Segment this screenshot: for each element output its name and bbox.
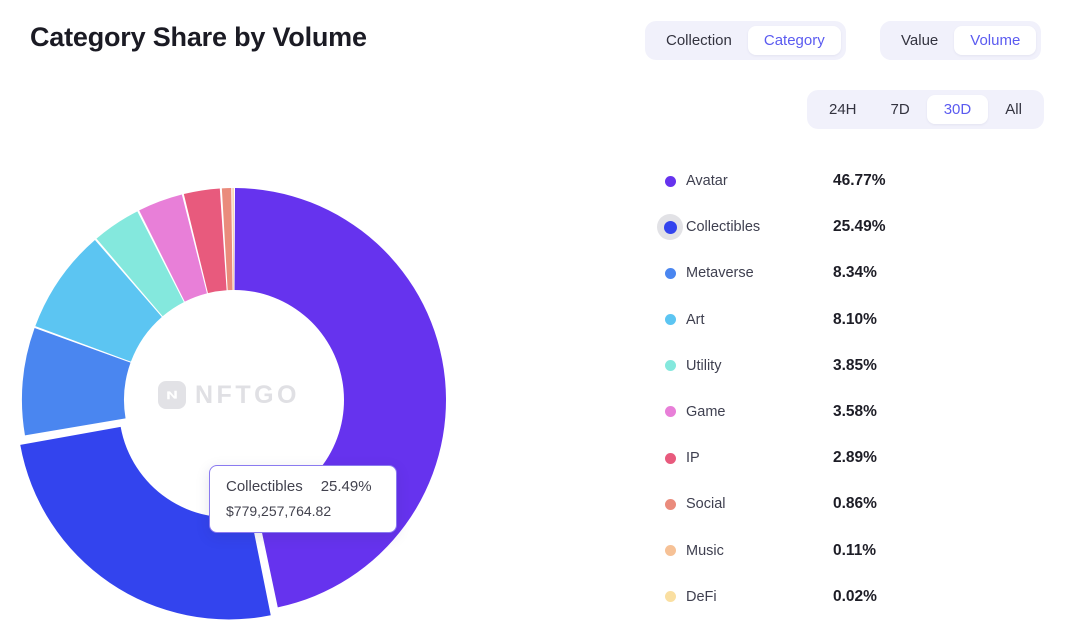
legend-percent: 2.89% — [833, 449, 877, 467]
legend-swatch-wrap — [655, 536, 685, 566]
legend-color-dot-icon — [664, 406, 676, 418]
legend-list: Avatar 46.77% Collectibles 25.49% Metaverse 8… — [655, 166, 985, 628]
legend-percent: 0.86% — [833, 495, 877, 513]
legend-swatch-wrap — [655, 582, 685, 612]
tooltip-header-row: Collectibles 25.49% — [226, 478, 380, 495]
legend-color-dot-icon — [664, 498, 676, 510]
legend-color-dot-icon — [664, 545, 676, 556]
legend-swatch-wrap — [655, 166, 685, 196]
time-range-toggle-group: 24H 7D 30D All — [807, 90, 1044, 129]
legend-swatch-wrap — [655, 258, 685, 288]
legend-row-utility[interactable]: Utility 3.85% — [655, 351, 985, 381]
chart-tooltip: Collectibles 25.49% $779,257,764.82 — [209, 465, 397, 533]
tooltip-category-name: Collectibles — [226, 478, 303, 495]
legend-row-defi[interactable]: DeFi 0.02% — [655, 582, 985, 612]
legend-row-avatar[interactable]: Avatar 46.77% — [655, 166, 985, 196]
legend-percent: 3.58% — [833, 402, 877, 420]
legend-color-dot-icon — [664, 360, 676, 372]
legend-swatch-wrap — [655, 397, 685, 427]
legend-percent: 3.85% — [833, 356, 877, 374]
legend-percent: 0.02% — [833, 587, 877, 605]
metric-toggle-group: Value Volume — [880, 21, 1042, 60]
toggle-option-volume[interactable]: Volume — [954, 26, 1037, 55]
toggle-option-30d[interactable]: 30D — [926, 95, 989, 124]
toggle-option-7d[interactable]: 7D — [874, 95, 927, 124]
legend-label: Music — [686, 542, 724, 559]
toggle-option-collection[interactable]: Collection — [650, 26, 748, 55]
tooltip-percent: 25.49% — [320, 478, 372, 495]
legend-swatch-wrap — [655, 212, 685, 242]
legend-color-dot-icon — [663, 220, 677, 234]
legend-color-dot-icon — [664, 314, 676, 326]
donut-slice-music[interactable] — [232, 188, 234, 291]
legend-percent: 8.10% — [833, 310, 877, 328]
toggle-option-all[interactable]: All — [988, 95, 1039, 124]
legend-swatch-wrap — [655, 443, 685, 473]
legend-row-metaverse[interactable]: Metaverse 8.34% — [655, 258, 985, 288]
toggle-option-category[interactable]: Category — [747, 26, 841, 55]
legend-row-game[interactable]: Game 3.58% — [655, 397, 985, 427]
legend-label: Social — [686, 496, 726, 513]
legend-label: DeFi — [686, 588, 717, 605]
legend-color-dot-icon — [664, 452, 676, 464]
legend-row-art[interactable]: Art 8.10% — [655, 305, 985, 335]
legend-label: Game — [686, 403, 726, 420]
nftgo-mark-icon — [158, 381, 186, 409]
legend-percent: 8.34% — [833, 264, 877, 282]
legend-label: Collectibles — [686, 219, 761, 236]
legend-color-dot-icon — [664, 267, 676, 279]
legend-label: IP — [686, 450, 700, 467]
tooltip-value: $779,257,764.82 — [226, 503, 332, 519]
legend-label: Utility — [686, 357, 722, 374]
legend-percent: 0.11% — [833, 541, 877, 559]
legend-percent: 25.49% — [833, 218, 886, 236]
nftgo-wordmark: NFTGO — [195, 380, 300, 409]
legend-label: Metaverse — [686, 265, 754, 282]
legend-swatch-wrap — [655, 351, 685, 381]
page-title: Category Share by Volume — [30, 22, 367, 52]
toggle-option-value[interactable]: Value — [885, 26, 954, 55]
legend-row-ip[interactable]: IP 2.89% — [655, 443, 985, 473]
legend-row-collectibles[interactable]: Collectibles 25.49% — [655, 212, 985, 242]
nftgo-watermark: NFTGO — [158, 381, 300, 409]
legend-label: Avatar — [686, 173, 728, 189]
legend-label: Art — [686, 311, 705, 328]
legend-row-social[interactable]: Social 0.86% — [655, 489, 985, 519]
legend-swatch-wrap — [655, 489, 685, 519]
legend-swatch-wrap — [655, 305, 685, 335]
legend-row-music[interactable]: Music 0.11% — [655, 536, 985, 566]
legend-color-dot-icon — [664, 591, 676, 603]
legend-color-dot-icon — [664, 175, 676, 187]
toggle-option-24h[interactable]: 24H — [812, 95, 874, 124]
legend-percent: 46.77% — [833, 172, 886, 189]
scope-toggle-group: Collection Category — [645, 21, 846, 60]
